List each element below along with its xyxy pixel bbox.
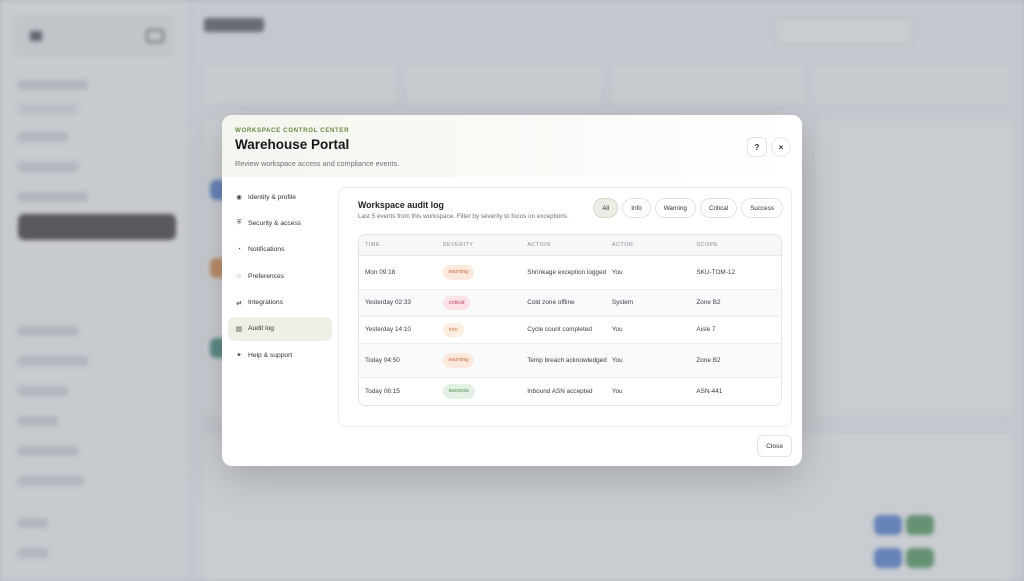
help-button[interactable]: ? bbox=[747, 137, 767, 157]
cell-time: Mon 09:18 bbox=[365, 268, 396, 276]
severity-badge: warning bbox=[442, 353, 475, 368]
integrations-icon: ⇄ bbox=[236, 299, 242, 307]
preferences-icon: ○ bbox=[237, 272, 241, 280]
cell-action: Temp breach acknowledged bbox=[527, 356, 607, 364]
cell-actor: You bbox=[611, 268, 623, 276]
audit-log-title: Workspace audit log bbox=[358, 200, 444, 210]
column-header-scope: SCOPE bbox=[696, 242, 718, 248]
audit-log-panel: Workspace audit log Last 5 events from t… bbox=[338, 187, 792, 427]
cell-scope: ASN-441 bbox=[696, 387, 723, 395]
audit-table: TIME SEVERITY ACTION ACTOR SCOPE Mon 09:… bbox=[358, 234, 782, 406]
sidebar-item-label: Preferences bbox=[248, 272, 285, 280]
sidebar-item-label: Help & support bbox=[248, 351, 293, 359]
cell-action: Inbound ASN accepted bbox=[527, 387, 593, 395]
sidebar-item-integrations[interactable]: ⇄ Integrations bbox=[228, 291, 332, 315]
sidebar-item-label: Audit log bbox=[248, 325, 275, 333]
table-row[interactable]: Today 06:15 success Inbound ASN accepted… bbox=[359, 378, 781, 405]
cell-time: Today 04:50 bbox=[365, 356, 400, 364]
audit-log-subtitle: Last 5 events from this workspace. Filte… bbox=[358, 213, 569, 220]
severity-badge: warning bbox=[442, 265, 475, 280]
severity-badge: success bbox=[442, 384, 475, 399]
identity-icon: ◉ bbox=[236, 194, 242, 201]
close-button[interactable]: Close bbox=[757, 435, 792, 457]
sidebar-item-identity[interactable]: ◉ Identity & profile bbox=[228, 185, 332, 209]
table-header: TIME SEVERITY ACTION ACTOR SCOPE bbox=[359, 235, 781, 256]
cell-actor: You bbox=[611, 387, 623, 395]
modal-title: Warehouse Portal bbox=[235, 137, 350, 152]
severity-badge: critical bbox=[442, 295, 471, 311]
cell-actor: System bbox=[611, 299, 634, 307]
cell-actor: You bbox=[611, 326, 623, 334]
settings-sidebar: ◉ Identity & profile ⛨ Security & access… bbox=[228, 185, 332, 370]
severity-badge: info bbox=[442, 322, 464, 338]
cell-action: Shrinkage exception logged bbox=[527, 268, 607, 276]
filter-info[interactable]: Info bbox=[622, 198, 651, 218]
cell-time: Yesterday 14:10 bbox=[365, 326, 411, 334]
table-row[interactable]: Mon 09:18 warning Shrinkage exception lo… bbox=[359, 256, 781, 290]
sidebar-item-security[interactable]: ⛨ Security & access bbox=[228, 211, 332, 235]
bell-icon: ◔ bbox=[237, 246, 241, 254]
filter-warning[interactable]: Warning bbox=[654, 198, 696, 218]
shield-icon: ⛨ bbox=[236, 219, 242, 227]
cell-time: Yesterday 02:33 bbox=[365, 299, 411, 307]
cell-scope: SKU-TOM-12 bbox=[696, 268, 735, 276]
modal-header: WORKSPACE CONTROL CENTER Warehouse Porta… bbox=[222, 115, 802, 177]
filter-success[interactable]: Success bbox=[741, 198, 783, 218]
modal-subtitle: Review workspace access and compliance e… bbox=[235, 159, 400, 168]
sidebar-item-help[interactable]: ✦ Help & support bbox=[228, 343, 332, 367]
modal-eyebrow: WORKSPACE CONTROL CENTER bbox=[235, 127, 350, 134]
cell-action: Cold zone offline bbox=[527, 299, 575, 307]
sidebar-item-audit-log[interactable]: ▤ Audit log bbox=[228, 316, 332, 341]
column-header-time: TIME bbox=[365, 242, 380, 248]
sidebar-item-label: Identity & profile bbox=[248, 193, 296, 201]
table-row[interactable]: Yesterday 02:33 critical Cold zone offli… bbox=[359, 290, 781, 317]
close-icon-button[interactable]: × bbox=[771, 137, 791, 157]
filter-all[interactable]: All bbox=[593, 198, 619, 218]
close-icon: × bbox=[778, 142, 784, 152]
settings-modal: WORKSPACE CONTROL CENTER Warehouse Porta… bbox=[222, 115, 802, 466]
help-icon: ? bbox=[754, 142, 760, 152]
sidebar-item-label: Security & access bbox=[248, 219, 302, 227]
column-header-action: ACTION bbox=[527, 242, 551, 248]
column-header-actor: ACTOR bbox=[611, 242, 634, 248]
sidebar-item-label: Notifications bbox=[248, 246, 285, 254]
cell-time: Today 06:15 bbox=[365, 387, 400, 395]
cell-scope: Zone B2 bbox=[696, 356, 721, 364]
sidebar-item-preferences[interactable]: ○ Preferences bbox=[228, 264, 332, 288]
audit-log-icon: ▤ bbox=[235, 325, 243, 333]
severity-filters: All Info Warning Critical Success bbox=[593, 198, 783, 218]
filter-critical[interactable]: Critical bbox=[699, 198, 738, 218]
sidebar-item-label: Integrations bbox=[248, 299, 283, 307]
sidebar-item-notifications[interactable]: ◔ Notifications bbox=[228, 238, 332, 262]
cell-scope: Zone B2 bbox=[696, 299, 721, 307]
table-row[interactable]: Yesterday 14:10 info Cycle count complet… bbox=[359, 317, 781, 344]
cell-action: Cycle count completed bbox=[527, 326, 592, 334]
cell-actor: You bbox=[611, 356, 623, 364]
sparkle-icon: ✦ bbox=[236, 352, 242, 360]
cell-scope: Aisle 7 bbox=[696, 326, 716, 334]
table-row[interactable]: Today 04:50 warning Temp breach acknowle… bbox=[359, 344, 781, 378]
column-header-severity: SEVERITY bbox=[442, 242, 474, 248]
